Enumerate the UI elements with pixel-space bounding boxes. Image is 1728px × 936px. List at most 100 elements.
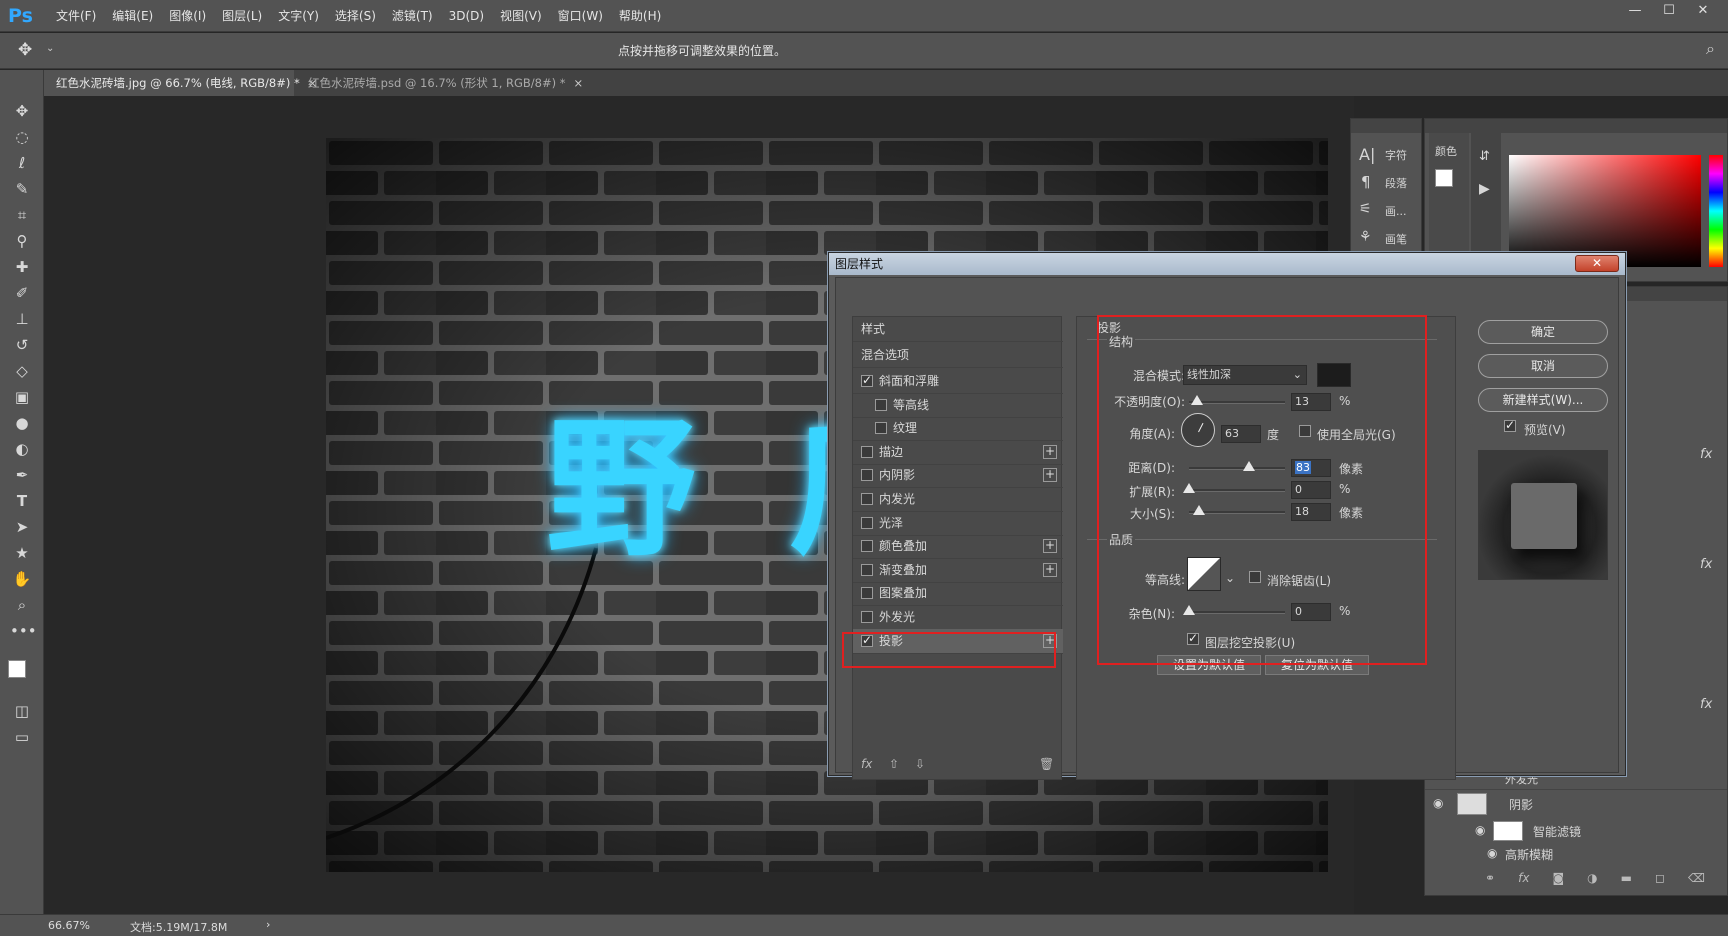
- move-up-icon[interactable]: ⇧: [889, 757, 899, 771]
- close-tab-icon[interactable]: ×: [574, 76, 584, 90]
- type-tool-icon[interactable]: T: [10, 490, 34, 512]
- style-item[interactable]: 斜面和浮雕: [853, 369, 1063, 394]
- dodge-tool-icon[interactable]: ◐: [10, 438, 34, 460]
- character-icon[interactable]: A|: [1359, 145, 1375, 164]
- style-checkbox[interactable]: [861, 516, 873, 529]
- style-item[interactable]: 渐变叠加 +: [853, 558, 1063, 583]
- preview-checkbox[interactable]: [1504, 418, 1516, 432]
- status-menu-arrow[interactable]: ›: [266, 918, 270, 931]
- visibility-eye-icon[interactable]: ◉: [1475, 823, 1485, 837]
- color-adjust-icon[interactable]: ⇵: [1479, 149, 1490, 164]
- style-checkbox[interactable]: [861, 563, 873, 576]
- shape-tool-icon[interactable]: ★: [10, 542, 34, 564]
- gradient-tool-icon[interactable]: ▣: [10, 386, 34, 408]
- style-checkbox[interactable]: [861, 587, 873, 600]
- style-checkbox[interactable]: [861, 445, 873, 458]
- brush-icon[interactable]: ⚘: [1359, 229, 1372, 245]
- new-layer-icon[interactable]: ◻: [1655, 871, 1665, 891]
- link-icon[interactable]: ⚭: [1485, 871, 1495, 891]
- style-checkbox[interactable]: [861, 373, 873, 387]
- lasso-tool-icon[interactable]: ℓ: [10, 152, 34, 174]
- brush-tool-icon[interactable]: ✐: [10, 282, 34, 304]
- foreground-swatch[interactable]: [1435, 169, 1453, 187]
- add-style-instance-icon[interactable]: +: [1043, 444, 1057, 459]
- style-checkbox[interactable]: [875, 422, 887, 435]
- path-select-tool-icon[interactable]: ➤: [10, 516, 34, 538]
- dialog-close-button[interactable]: ✕: [1575, 255, 1619, 272]
- eraser-tool-icon[interactable]: ◇: [10, 360, 34, 382]
- style-checkbox[interactable]: [861, 469, 873, 482]
- history-brush-tool-icon[interactable]: ↺: [10, 334, 34, 356]
- hand-tool-icon[interactable]: ✋: [10, 568, 34, 590]
- layer-row[interactable]: ◉ 智能滤镜: [1425, 819, 1727, 843]
- add-effect-icon[interactable]: fx: [861, 757, 872, 771]
- blur-tool-icon[interactable]: ●: [10, 412, 34, 434]
- tab-document-2[interactable]: 红色水泥砖墙.psd @ 16.7% (形状 1, RGB/8#) * ×: [296, 70, 583, 96]
- blend-options-item[interactable]: 混合选项: [853, 343, 1063, 368]
- maximize-button[interactable]: ☐: [1652, 0, 1686, 22]
- eyedropper-tool-icon[interactable]: ⚲: [10, 230, 34, 252]
- style-item[interactable]: 光泽: [853, 511, 1063, 536]
- zoom-level[interactable]: 66.67%: [48, 919, 90, 932]
- menu-item-2[interactable]: 图像(I): [161, 0, 214, 32]
- style-item[interactable]: 外发光: [853, 605, 1063, 630]
- folder-icon[interactable]: ▬: [1621, 871, 1632, 891]
- panel-item-character[interactable]: 字符: [1385, 147, 1407, 163]
- layer-fx-icon[interactable]: fx: [1700, 447, 1712, 462]
- menu-item-0[interactable]: 文件(F): [48, 0, 104, 32]
- style-item[interactable]: 纹理: [853, 416, 1063, 442]
- add-style-instance-icon[interactable]: +: [1043, 562, 1057, 577]
- style-checkbox[interactable]: [861, 611, 873, 623]
- pen-tool-icon[interactable]: ✒: [10, 464, 34, 486]
- style-item[interactable]: 内发光: [853, 487, 1063, 512]
- menu-item-5[interactable]: 选择(S): [327, 0, 384, 32]
- menu-item-9[interactable]: 窗口(W): [550, 0, 611, 32]
- add-style-instance-icon[interactable]: +: [1043, 468, 1057, 483]
- menu-item-1[interactable]: 编辑(E): [104, 0, 161, 32]
- style-item[interactable]: 内阴影 +: [853, 463, 1063, 489]
- layer-row[interactable]: ◉ 高斯模糊: [1425, 843, 1727, 865]
- color-tab[interactable]: 颜色: [1435, 143, 1457, 159]
- quick-mask-icon[interactable]: ◫: [10, 700, 34, 722]
- foreground-color-swatch[interactable]: [8, 660, 26, 678]
- layer-fx-icon[interactable]: fx: [1700, 697, 1712, 712]
- tab-document-1[interactable]: 红色水泥砖墙.jpg @ 66.7% (电线, RGB/8#) * ×: [44, 70, 317, 96]
- style-item[interactable]: 描边 +: [853, 440, 1063, 465]
- healing-tool-icon[interactable]: ✚: [10, 256, 34, 278]
- move-tool-icon[interactable]: ✥: [18, 40, 32, 60]
- mask-icon[interactable]: ◙: [1552, 871, 1564, 891]
- menu-item-10[interactable]: 帮助(H): [611, 0, 669, 32]
- search-icon[interactable]: ⌕: [1706, 39, 1715, 59]
- crop-tool-icon[interactable]: ⌗: [10, 204, 34, 226]
- visibility-eye-icon[interactable]: ◉: [1433, 796, 1443, 810]
- dialog-title-bar[interactable]: 图层样式: [829, 253, 1625, 275]
- style-item[interactable]: 颜色叠加 +: [853, 534, 1063, 560]
- panel-item-brush-settings[interactable]: 画...: [1385, 203, 1407, 219]
- minimize-button[interactable]: —: [1618, 0, 1652, 22]
- color-picker-field[interactable]: [1509, 155, 1701, 267]
- paragraph-icon[interactable]: ¶: [1361, 173, 1371, 191]
- fx-icon[interactable]: fx: [1518, 871, 1529, 891]
- adjustment-icon[interactable]: ◑: [1587, 871, 1597, 891]
- panel-item-brushes[interactable]: 画笔: [1385, 231, 1407, 247]
- style-item[interactable]: 等高线: [853, 393, 1063, 418]
- layer-row[interactable]: ◉ 阴影: [1425, 789, 1727, 817]
- style-checkbox[interactable]: [875, 398, 887, 411]
- layer-fx-icon[interactable]: fx: [1700, 557, 1712, 572]
- hue-slider[interactable]: [1709, 155, 1723, 267]
- menu-item-8[interactable]: 视图(V): [492, 0, 550, 32]
- menu-item-4[interactable]: 文字(Y): [270, 0, 327, 32]
- style-item[interactable]: 图案叠加: [853, 581, 1063, 607]
- trash-icon[interactable]: ⌫: [1688, 871, 1705, 891]
- brush-settings-icon[interactable]: ⚟: [1359, 201, 1372, 217]
- menu-item-3[interactable]: 图层(L): [214, 0, 270, 32]
- add-style-instance-icon[interactable]: +: [1043, 539, 1057, 554]
- menu-item-7[interactable]: 3D(D): [441, 0, 492, 32]
- delete-effect-icon[interactable]: 🗑: [1039, 757, 1054, 771]
- new-style-button[interactable]: 新建样式(W)...: [1478, 388, 1608, 412]
- quick-select-tool-icon[interactable]: ✎: [10, 178, 34, 200]
- menu-item-6[interactable]: 滤镜(T): [384, 0, 441, 32]
- marquee-tool-icon[interactable]: ◌: [10, 126, 34, 148]
- style-checkbox[interactable]: [861, 493, 873, 505]
- close-window-button[interactable]: ✕: [1686, 0, 1720, 22]
